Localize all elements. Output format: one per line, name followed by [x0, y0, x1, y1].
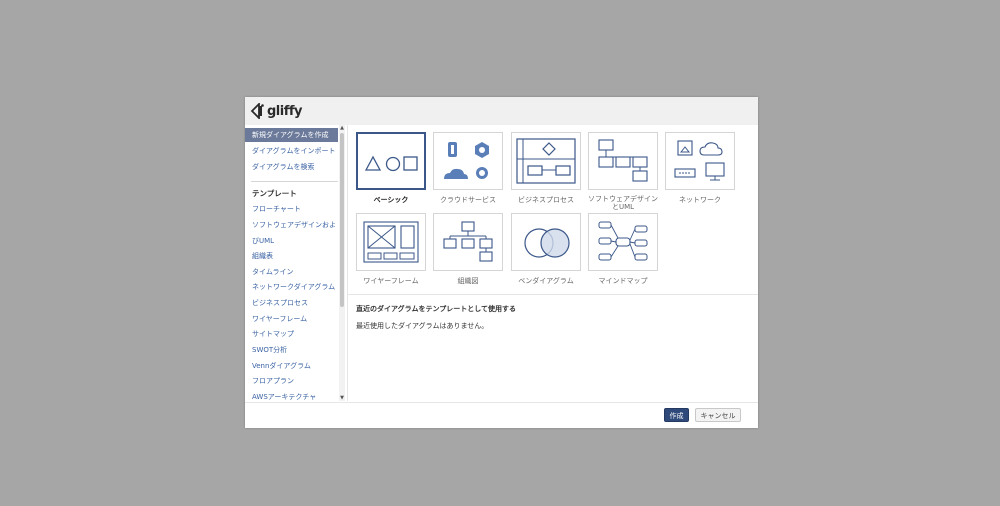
- template-tile-network[interactable]: [665, 132, 735, 190]
- sidebar-item-timeline[interactable]: タイムライン: [245, 265, 338, 279]
- network-icon: [674, 140, 725, 181]
- template-tile-uml[interactable]: [588, 132, 658, 190]
- dialog-header: gliffy: [245, 97, 758, 125]
- cancel-button[interactable]: キャンセル: [695, 408, 741, 422]
- sidebar-divider: [251, 181, 338, 182]
- template-label-org-chart: 組織図: [457, 277, 479, 285]
- template-tile-org-chart[interactable]: [433, 213, 503, 271]
- template-tile-business-process[interactable]: [511, 132, 581, 190]
- gliffy-logo-icon: [250, 103, 264, 119]
- sidebar-item-swot[interactable]: SWOT分析: [245, 343, 338, 357]
- template-tile-mind-map[interactable]: [588, 213, 658, 271]
- template-label-uml: ソフトウェアデザイン とUML: [588, 195, 658, 211]
- logo-text: gliffy: [267, 103, 303, 119]
- sidebar-item-sitemap[interactable]: サイトマップ: [245, 327, 338, 341]
- sidebar-scrollbar[interactable]: ▲ ▼: [339, 125, 345, 401]
- basic-shapes-icon: [364, 155, 418, 172]
- org-chart-icon: [443, 221, 493, 262]
- template-label-wireframe: ワイヤーフレーム: [363, 277, 419, 285]
- template-label-mind-map: マインドマップ: [598, 277, 648, 285]
- sidebar-item-create-new[interactable]: 新規ダイアグラムを作成: [245, 128, 338, 142]
- footer-divider: [245, 402, 758, 403]
- sidebar-item-import[interactable]: ダイアグラムをインポート: [245, 144, 338, 158]
- sidebar-item-flowchart[interactable]: フローチャート: [245, 202, 338, 216]
- business-process-icon: [516, 138, 576, 184]
- section-divider: [348, 294, 758, 295]
- cloud-services-icon: [444, 142, 489, 179]
- templates-heading: テンプレート: [252, 189, 297, 198]
- recent-empty-message: 最近使用したダイアグラムはありません。: [356, 322, 489, 330]
- template-tile-basic[interactable]: [356, 132, 426, 190]
- sidebar-item-venn[interactable]: Vennダイアグラム: [245, 359, 338, 373]
- mind-map-icon: [598, 221, 648, 261]
- venn-diagram-icon: [524, 228, 570, 258]
- sidebar-item-floorplan[interactable]: フロアプラン: [245, 374, 338, 388]
- template-label-network: ネットワーク: [679, 196, 721, 204]
- create-button[interactable]: 作成: [664, 408, 689, 422]
- sidebar-item-aws[interactable]: AWSアーキテクチャ: [245, 390, 338, 401]
- template-tile-cloud[interactable]: [433, 132, 503, 190]
- scroll-thumb[interactable]: [340, 133, 344, 307]
- sidebar-item-software-design[interactable]: ソフトウェアデザインおよ: [245, 218, 338, 232]
- sidebar-item-wireframe[interactable]: ワイヤーフレーム: [245, 312, 338, 326]
- template-label-cloud: クラウドサービス: [440, 196, 496, 204]
- template-label-business-process: ビジネスプロセス: [518, 196, 574, 204]
- wireframe-icon: [363, 221, 419, 263]
- gliffy-logo: gliffy: [250, 102, 303, 120]
- uml-icon: [598, 139, 648, 182]
- scroll-down-arrow-icon[interactable]: ▼: [339, 395, 345, 401]
- sidebar-item-org-table[interactable]: 組織表: [245, 249, 338, 263]
- sidebar-item-uml[interactable]: びUML: [245, 234, 338, 248]
- template-label-basic: ベーシック: [373, 196, 409, 204]
- panel-divider: [347, 125, 348, 401]
- sidebar-item-network[interactable]: ネットワークダイアグラム: [245, 280, 338, 294]
- recent-section-title: 直近のダイアグラムをテンプレートとして使用する: [356, 305, 517, 313]
- sidebar: 新規ダイアグラムを作成 ダイアグラムをインポート ダイアグラムを検索 テンプレー…: [245, 125, 345, 401]
- sidebar-item-search[interactable]: ダイアグラムを検索: [245, 160, 338, 174]
- new-diagram-dialog: gliffy 新規ダイアグラムを作成 ダイアグラムをインポート ダイアグラムを検…: [245, 97, 758, 428]
- template-tile-venn[interactable]: [511, 213, 581, 271]
- template-tile-wireframe[interactable]: [356, 213, 426, 271]
- template-label-venn: ベンダイアグラム: [518, 277, 574, 285]
- scroll-up-arrow-icon[interactable]: ▲: [339, 125, 345, 131]
- sidebar-item-business-process[interactable]: ビジネスプロセス: [245, 296, 338, 310]
